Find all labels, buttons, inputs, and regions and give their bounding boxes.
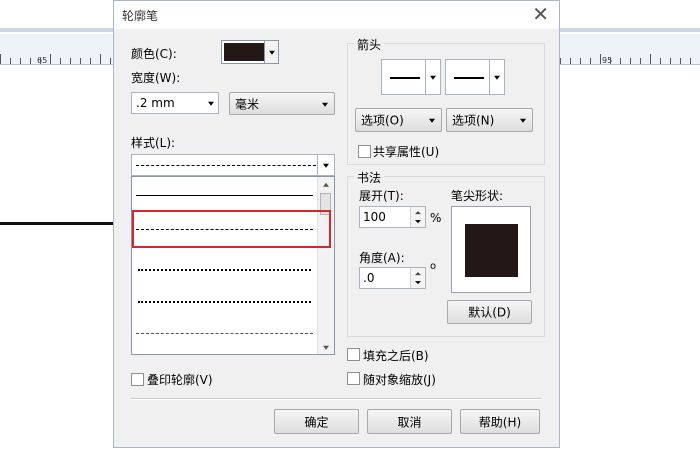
ruler-tick (590, 58, 591, 64)
arrow-end-options-button[interactable]: 选项(N) (446, 108, 533, 132)
ruler-tick (30, 58, 31, 64)
ruler-tick (90, 58, 91, 64)
ruler-tick (660, 58, 661, 64)
help-button[interactable]: 帮助(H) (460, 409, 540, 434)
default-button-label: 默认(D) (468, 305, 511, 320)
help-label: 帮助(H) (478, 415, 522, 429)
list-item[interactable] (134, 255, 317, 283)
arrow-start-options-button[interactable]: 选项(O) (355, 108, 442, 132)
selected-line-style (136, 165, 316, 166)
chevron-down-icon (427, 109, 437, 131)
list-item[interactable] (134, 181, 317, 209)
share-attributes-checkbox[interactable] (358, 145, 371, 158)
angle-value: .0 (363, 271, 375, 285)
chevron-down-icon (320, 93, 330, 114)
ruler-tick (50, 54, 51, 64)
default-button[interactable]: 默认(D) (447, 300, 532, 324)
ruler-tick (570, 58, 571, 64)
ruler-tick (670, 58, 671, 64)
ruler-tick (110, 58, 111, 64)
chevron-down-icon (489, 60, 504, 94)
stretch-spinner[interactable]: 100 (359, 206, 426, 228)
close-icon[interactable]: ✕ (532, 4, 549, 24)
line-style-select[interactable] (131, 154, 335, 176)
spinner-arrows-icon[interactable] (410, 268, 425, 288)
ruler-tick (650, 54, 651, 64)
scale-with-object-checkbox[interactable] (347, 372, 360, 385)
ruler-tick (20, 58, 21, 64)
ruler-tick (690, 58, 691, 64)
ruler-tick (100, 54, 101, 64)
ruler-tick (70, 58, 71, 64)
list-item[interactable] (134, 287, 317, 315)
stretch-unit: % (430, 211, 442, 225)
calligraphy-group-title: 书法 (354, 169, 385, 186)
ruler-tick (600, 54, 601, 64)
start-arrow-select[interactable] (381, 59, 441, 95)
footer-separator (131, 398, 541, 400)
ruler-tick (620, 58, 621, 64)
style-label: 样式(L): (131, 136, 176, 150)
chevron-down-icon (204, 93, 218, 113)
ruler-tick (60, 58, 61, 64)
title-bar[interactable]: 轮廓笔 ✕ (114, 1, 559, 29)
list-item[interactable] (134, 319, 317, 347)
outline-pen-dialog: 轮廓笔 ✕ 颜色(C): 宽度(W): .2 mm 毫米 样式(L): 叠印轮廓… (113, 0, 560, 448)
share-attributes-label: 共享属性(U) (373, 145, 440, 159)
scale-with-object-label: 随对象缩放(J) (363, 373, 436, 387)
scroll-up-icon[interactable] (318, 177, 334, 191)
arrows-group-title: 箭头 (354, 36, 385, 53)
fill-behind-label: 填充之后(B) (363, 349, 429, 363)
ruler-label: 65 (37, 56, 48, 65)
color-picker-button[interactable] (221, 40, 279, 64)
chevron-down-icon (317, 155, 334, 175)
selection-highlight (132, 210, 331, 248)
ruler-tick (630, 58, 631, 64)
nib-shape-label: 笔尖形状: (451, 189, 504, 203)
ok-label: 确定 (304, 415, 329, 429)
ruler-tick (580, 58, 581, 64)
scroll-down-icon[interactable] (318, 340, 334, 354)
end-arrow-select[interactable] (445, 59, 505, 95)
canvas-line-shape[interactable] (0, 222, 126, 225)
ruler-tick (10, 58, 11, 64)
stretch-value: 100 (363, 210, 386, 224)
cancel-button[interactable]: 取消 (367, 409, 452, 434)
ruler-tick (680, 58, 681, 64)
ok-button[interactable]: 确定 (274, 409, 359, 434)
ruler-tick (610, 58, 611, 64)
spinner-arrows-icon[interactable] (410, 207, 425, 227)
angle-label: 角度(A): (359, 251, 405, 265)
ruler-tick (0, 54, 1, 64)
width-select[interactable]: .2 mm (131, 92, 219, 114)
stretch-label: 展开(T): (359, 189, 404, 203)
list-scrollbar[interactable] (317, 177, 334, 354)
arrow-preview-line (390, 77, 420, 79)
ruler-tick (80, 58, 81, 64)
arrow-preview-line (454, 77, 484, 79)
ruler-tick (560, 58, 561, 64)
unit-select[interactable]: 毫米 (229, 92, 335, 115)
dialog-title: 轮廓笔 (122, 9, 159, 23)
angle-unit: o (430, 261, 437, 272)
ruler-tick (640, 58, 641, 64)
nib-square-icon (465, 224, 518, 277)
width-label: 宽度(W): (131, 71, 181, 85)
chevron-down-icon (264, 41, 278, 63)
color-swatch (224, 43, 265, 61)
cancel-label: 取消 (397, 415, 422, 429)
color-label: 颜色(C): (131, 47, 177, 61)
chevron-down-icon (518, 109, 528, 131)
nib-shape-preview[interactable] (451, 206, 531, 293)
width-value: .2 mm (136, 96, 175, 110)
line-style-list[interactable] (131, 176, 335, 355)
chevron-down-icon (425, 60, 440, 94)
overprint-label: 叠印轮廓(V) (147, 373, 213, 387)
fill-behind-checkbox[interactable] (347, 348, 360, 361)
ruler-tick (40, 58, 41, 64)
overprint-checkbox[interactable] (131, 373, 144, 386)
angle-spinner[interactable]: .0 (359, 267, 426, 289)
